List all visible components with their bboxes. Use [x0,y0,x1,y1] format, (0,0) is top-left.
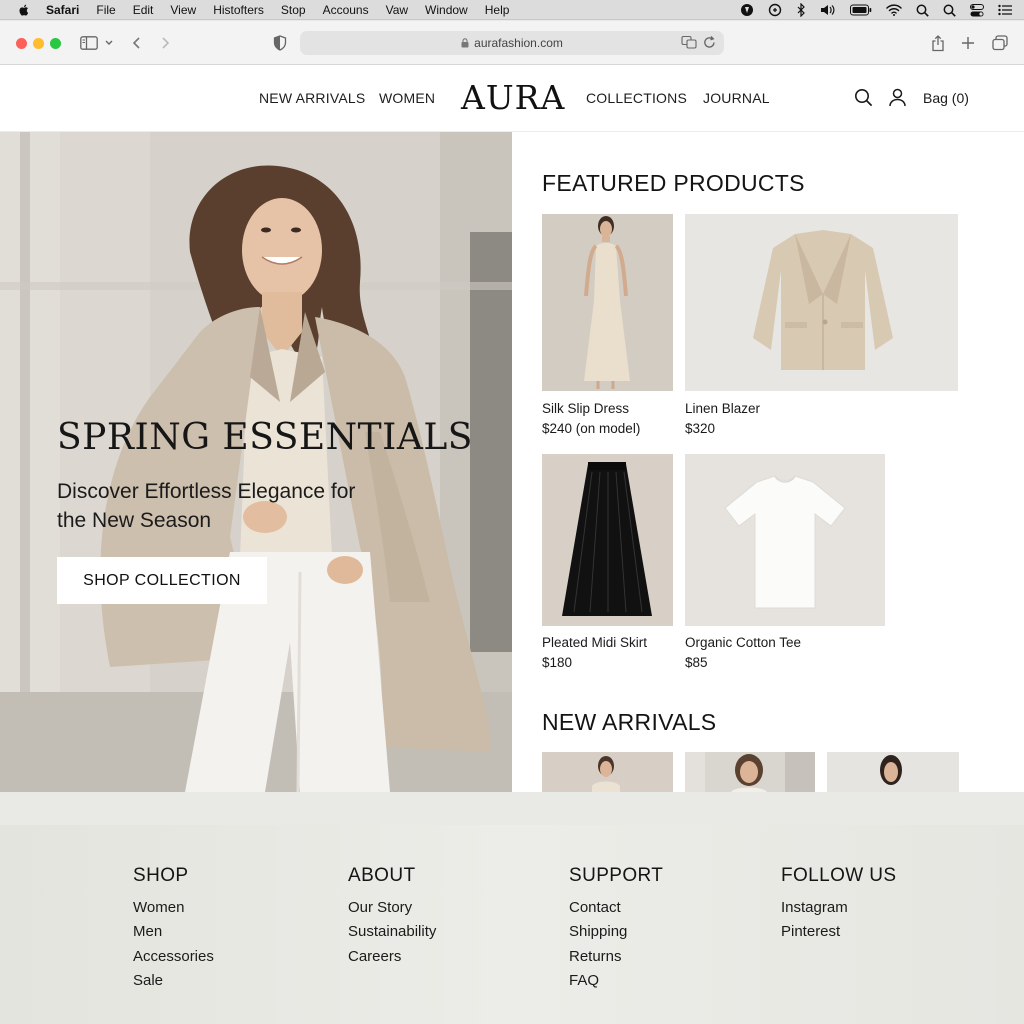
product-price: $180 [542,655,573,670]
back-button[interactable] [127,33,147,53]
product-name[interactable]: Silk Slip Dress [542,401,629,416]
footer-link-pinterest[interactable]: Pinterest [781,920,897,944]
menu-bar: Safari File Edit View Histofters Stop Ac… [0,0,1024,20]
apple-icon[interactable] [16,3,32,17]
minimize-window-button[interactable] [33,38,44,49]
hero-title: SPRING ESSENTIALS [57,417,473,458]
product-name[interactable]: Linen Blazer [685,401,760,416]
footer-link-sale[interactable]: Sale [133,969,214,993]
nav-collections[interactable]: COLLECTIONS [586,90,687,106]
footer-heading: FOLLOW US [781,865,897,886]
footer-link-instagram[interactable]: Instagram [781,896,897,920]
share-icon[interactable] [928,33,948,53]
menu-list-icon[interactable] [998,4,1012,16]
footer-heading: SHOP [133,865,189,886]
footer-link-women[interactable]: Women [133,896,214,920]
translate-icon[interactable] [681,35,697,49]
close-window-button[interactable] [16,38,27,49]
nav-journal[interactable]: JOURNAL [703,90,770,106]
sync-icon[interactable] [768,3,782,17]
footer-link-contact[interactable]: Contact [569,896,663,920]
footer-link-sustainability[interactable]: Sustainability [348,920,436,944]
product-panel: FEATURED PRODUCTS Silk Slip Dress $240 (… [512,132,1024,792]
lock-icon [461,38,469,48]
volume-icon[interactable] [820,3,836,17]
new-arrivals-title: NEW ARRIVALS [542,709,717,735]
new-arrival-thumbnail[interactable] [685,752,815,792]
nav-women[interactable]: WOMEN [379,90,435,106]
footer-heading: SUPPORT [569,865,664,886]
footer-link-our-story[interactable]: Our Story [348,896,436,920]
product-name[interactable]: Pleated Midi Skirt [542,635,647,650]
new-arrival-thumbnail[interactable] [542,752,673,792]
product-price: $320 [685,421,716,436]
menu-file[interactable]: File [96,3,115,17]
menu-accounts[interactable]: Accouns [323,3,369,17]
menu-history[interactable]: Histofters [213,3,264,17]
shop-collection-button[interactable]: SHOP COLLECTION [57,557,267,604]
maximize-window-button[interactable] [50,38,61,49]
privacy-shield-icon[interactable] [270,33,290,53]
featured-products-title: FEATURED PRODUCTS [542,170,805,196]
control-center-icon[interactable] [970,3,984,17]
menu-help[interactable]: Help [485,3,510,17]
browser-toolbar: aurafashion.com [0,21,1024,65]
footer-column-shop: SHOP Women Men Accessories Sale [133,865,214,993]
footer-link-men[interactable]: Men [133,920,214,944]
menu-window[interactable]: Window [425,3,468,17]
chevron-down-icon[interactable] [99,33,119,53]
site-logo[interactable]: AURA [461,78,565,117]
product-image-organic-cotton-tee[interactable] [685,454,885,626]
product-image-linen-blazer[interactable] [685,214,958,391]
wifi-icon[interactable] [886,4,902,16]
battery-icon[interactable] [850,4,872,16]
footer-link-faq[interactable]: FAQ [569,969,663,993]
address-bar[interactable]: aurafashion.com [300,31,724,55]
account-icon[interactable] [889,88,906,107]
footer-column-about: ABOUT Our Story Sustainability Careers [348,865,436,969]
bluetooth-icon[interactable] [796,3,806,17]
product-image-pleated-midi-skirt[interactable] [542,454,673,626]
search-icon[interactable] [854,88,873,107]
new-tab-icon[interactable] [958,33,978,53]
window-controls [16,38,61,49]
nav-new-arrivals[interactable]: NEW ARRIVALS [259,90,365,106]
menu-view[interactable]: View [170,3,196,17]
product-price: $240 (on model) [542,421,641,436]
spotlight-search-icon[interactable] [916,4,929,17]
search-icon[interactable] [943,4,956,17]
notification-icon[interactable] [740,3,754,17]
footer-link-returns[interactable]: Returns [569,945,663,969]
sidebar-toggle-icon[interactable] [79,33,99,53]
product-image-silk-slip-dress[interactable] [542,214,673,391]
footer-link-shipping[interactable]: Shipping [569,920,663,944]
menu-vaw[interactable]: Vaw [386,3,408,17]
new-arrival-thumbnail[interactable] [827,752,959,792]
url-text: aurafashion.com [474,36,563,50]
menu-stop[interactable]: Stop [281,3,306,17]
site-header: NEW ARRIVALS WOMEN AURA COLLECTIONS JOUR… [0,65,1024,132]
product-price: $85 [685,655,708,670]
bag-link[interactable]: Bag (0) [923,90,969,106]
menu-app-safari[interactable]: Safari [46,3,79,17]
footer-column-support: SUPPORT Contact Shipping Returns FAQ [569,865,663,993]
footer-link-accessories[interactable]: Accessories [133,945,214,969]
footer-heading: ABOUT [348,865,416,886]
forward-button[interactable] [155,33,175,53]
tab-overview-icon[interactable] [990,33,1010,53]
menu-edit[interactable]: Edit [133,3,154,17]
hero-banner: SPRING ESSENTIALS Discover Effortless El… [0,132,512,792]
site-footer: SHOP Women Men Accessories Sale ABOUT Ou… [0,825,1024,1024]
reload-icon[interactable] [703,35,716,49]
hero-subtitle: Discover Effortless Elegance for the New… [57,480,356,532]
hero-image [0,132,512,792]
footer-column-follow-us: FOLLOW US Instagram Pinterest [781,865,897,945]
footer-link-careers[interactable]: Careers [348,945,436,969]
product-name[interactable]: Organic Cotton Tee [685,635,801,650]
